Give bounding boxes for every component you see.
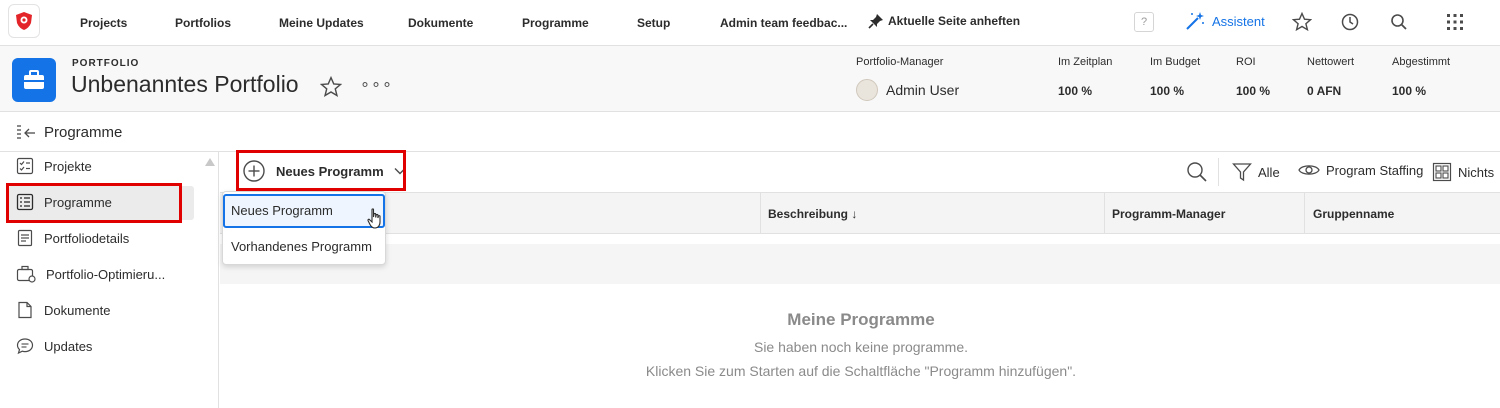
grouping-view-label: Nichts [1458, 164, 1495, 180]
nav-programme[interactable]: Programme [522, 16, 589, 30]
favorite-star-icon[interactable] [320, 76, 342, 98]
portfolio-manager[interactable]: Admin User [856, 79, 959, 101]
program-staffing-button[interactable]: Program Staffing [1298, 162, 1423, 178]
column-header-programm-manager[interactable]: Programm-Manager [1112, 207, 1225, 221]
table-search-icon[interactable] [1186, 161, 1208, 183]
table-header: Beschreibung ↓ Programm-Manager Gruppenn… [220, 192, 1500, 234]
highlight-box-programme [6, 183, 182, 223]
checklist-icon [16, 157, 34, 175]
sidebar-item-label: Portfolio-Optimieru... [46, 266, 166, 282]
sidebar-item-updates[interactable]: Updates [16, 334, 92, 358]
nav-setup[interactable]: Setup [637, 16, 670, 30]
toolbar-divider [1218, 158, 1219, 186]
grid-view-icon [1432, 162, 1452, 182]
portfolio-manager-name: Admin User [886, 82, 960, 98]
page-type-label: PORTFOLIO [72, 58, 140, 69]
scroll-up-icon[interactable] [205, 158, 215, 166]
highlight-box-new-program [236, 150, 406, 191]
more-options-icon[interactable]: ∘∘∘ [360, 74, 393, 94]
app-logo-icon[interactable] [8, 4, 40, 38]
document-lines-icon [17, 229, 33, 247]
programs-main-panel: Neues Programm Alle Program Staffing Nic… [220, 152, 1500, 408]
metric-value-roi: 100 % [1236, 84, 1271, 98]
empty-state-message: Sie haben noch keine programme. [753, 339, 969, 355]
pin-page-label: Aktuelle Seite anheften [888, 14, 1021, 28]
empty-row-band [220, 244, 1500, 284]
metric-value-abgestimmt: 100 % [1392, 84, 1427, 98]
portfolio-manager-label: Portfolio-Manager [856, 56, 944, 68]
nav-admin-team-feedback[interactable]: Admin team feedbac... [720, 16, 847, 30]
nav-dokumente[interactable]: Dokumente [408, 16, 473, 30]
assistant-button[interactable]: Assistent [1184, 10, 1265, 32]
collapse-sidebar-icon[interactable] [16, 124, 36, 142]
empty-state-hint: Klicken Sie zum Starten auf die Schaltfl… [645, 363, 1077, 379]
sidebar-item-label: Updates [44, 338, 93, 354]
metric-label-roi: ROI [1236, 56, 1256, 68]
menu-item-new-program[interactable]: Neues Programm [223, 194, 385, 228]
sidebar-item-label: Projekte [44, 158, 92, 174]
sidebar-item-label: Portfoliodetails [44, 230, 130, 246]
column-header-beschreibung[interactable]: Beschreibung ↓ [768, 207, 857, 221]
filter-icon [1232, 163, 1252, 182]
avatar [856, 79, 878, 101]
sidebar-item-label: Dokumente [44, 302, 111, 318]
new-program-dropdown-menu: Neues Programm Vorhandenes Programm [222, 191, 386, 265]
sidebar-item-projekte[interactable]: Projekte [16, 154, 92, 178]
portfolio-header: PORTFOLIO Unbenanntes Portfolio ∘∘∘ Port… [0, 46, 1500, 112]
pin-page-button[interactable]: Aktuelle Seite anheften [868, 13, 1020, 29]
column-divider [760, 193, 761, 233]
metric-value-nettowert: 0 AFN [1307, 84, 1342, 98]
pin-icon [868, 14, 883, 29]
metric-value-zeitplan: 100 % [1058, 84, 1093, 98]
hand-pointer-icon [367, 208, 381, 229]
portfolio-settings-icon [16, 265, 36, 283]
sidebar-item-portfoliodetails[interactable]: Portfoliodetails [16, 226, 129, 250]
eye-icon [1298, 165, 1320, 175]
menu-item-existing-program[interactable]: Vorhandenes Programm [223, 230, 385, 264]
nav-projects[interactable]: Projects [80, 16, 127, 30]
metric-label-budget: Im Budget [1150, 56, 1201, 68]
metric-label-abgestimmt: Abgestimmt [1392, 56, 1451, 68]
program-staffing-label: Program Staffing [1326, 162, 1424, 178]
metric-value-budget: 100 % [1150, 84, 1185, 98]
column-divider [1304, 193, 1305, 233]
magic-wand-icon [1186, 12, 1204, 30]
help-icon[interactable]: ? [1134, 12, 1154, 32]
section-header: Programme [0, 112, 1500, 152]
sidebar-item-dokumente[interactable]: Dokumente [16, 298, 110, 322]
grouping-view-button[interactable]: Nichts [1432, 162, 1494, 182]
filter-button[interactable]: Alle [1232, 162, 1280, 182]
metric-label-zeitplan: Im Zeitplan [1058, 56, 1113, 68]
nav-meine-updates[interactable]: Meine Updates [279, 16, 364, 30]
portfolio-briefcase-icon [12, 58, 56, 102]
nav-portfolios[interactable]: Portfolios [175, 16, 231, 30]
history-icon[interactable] [1340, 12, 1360, 32]
metric-label-nettowert: Nettowert [1307, 56, 1355, 68]
search-icon[interactable] [1389, 12, 1409, 32]
sidebar-item-portfolio-optimierung[interactable]: Portfolio-Optimieru... [16, 262, 165, 286]
filter-label: Alle [1258, 164, 1280, 180]
document-icon [18, 301, 32, 319]
star-icon[interactable] [1292, 12, 1312, 32]
column-header-gruppenname[interactable]: Gruppenname [1313, 207, 1394, 221]
column-divider [1104, 193, 1105, 233]
page-title: Unbenanntes Portfolio [71, 71, 299, 97]
empty-state-title: Meine Programme [787, 310, 935, 329]
apps-grid-icon[interactable] [1445, 12, 1465, 32]
section-title: Programme [44, 124, 123, 141]
top-navigation-bar: Projects Portfolios Meine Updates Dokume… [0, 0, 1500, 46]
chat-icon [16, 338, 34, 355]
assistant-label: Assistent [1212, 13, 1265, 29]
